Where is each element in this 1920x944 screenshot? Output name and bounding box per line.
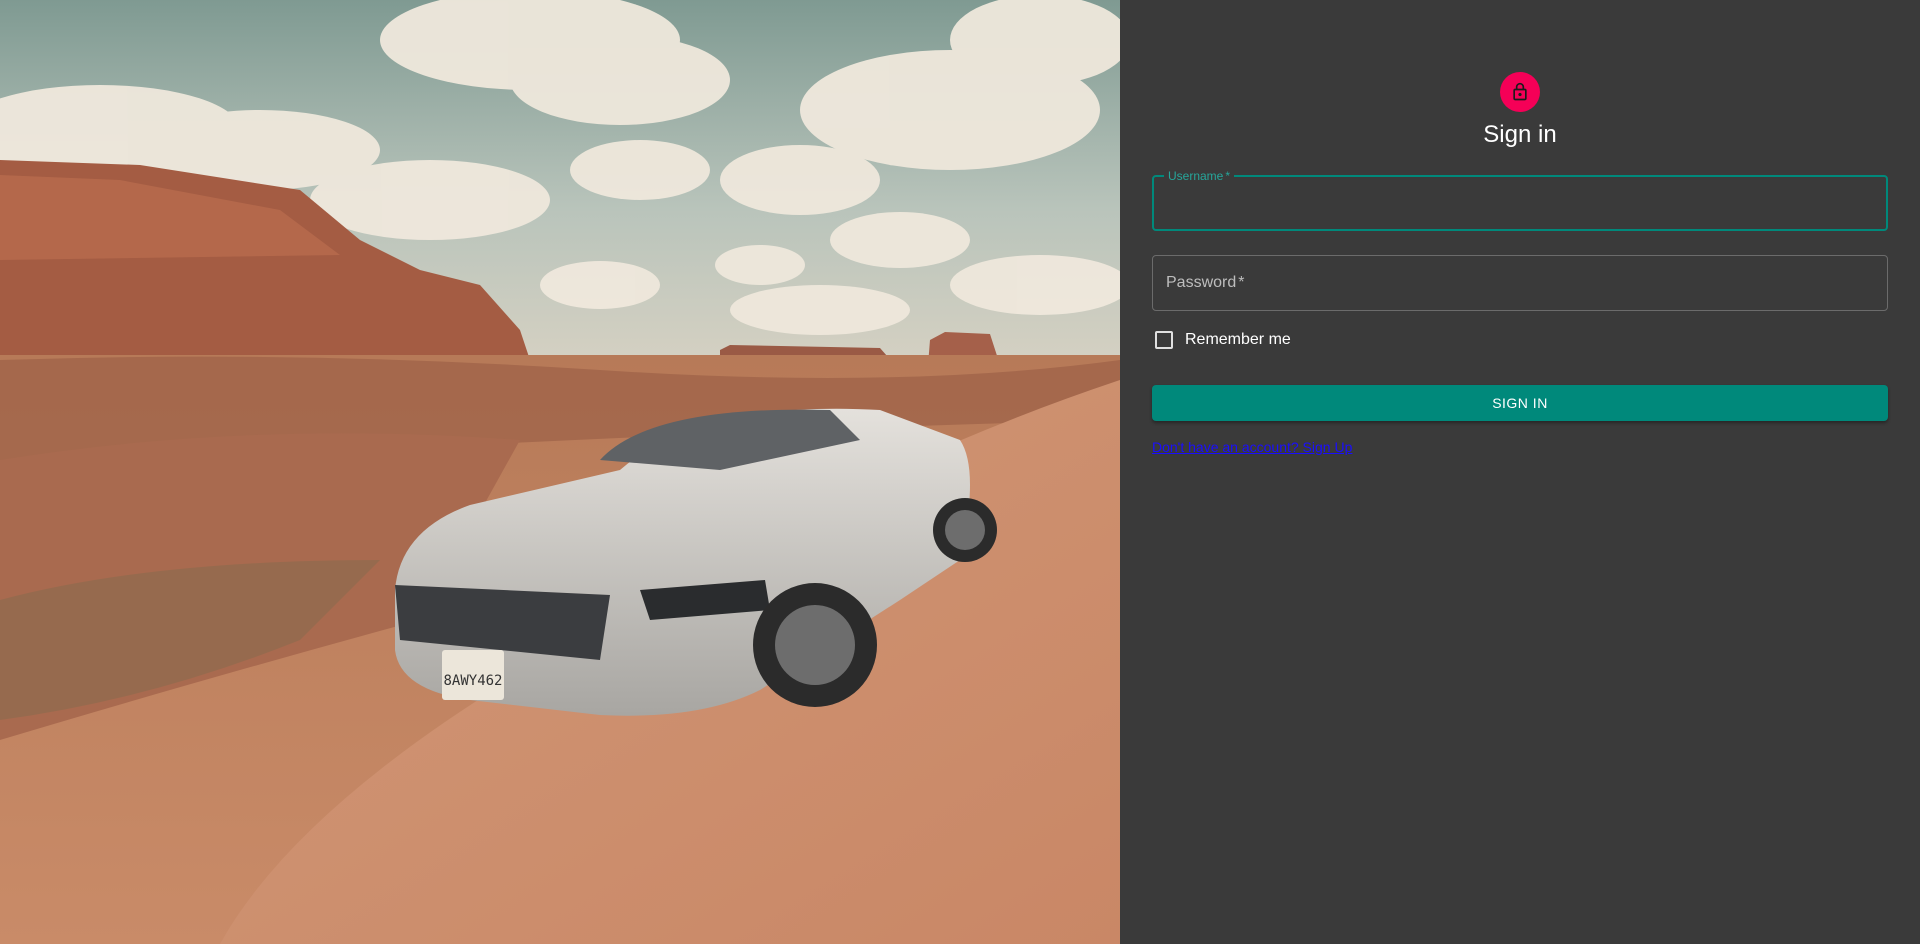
page-title: Sign in: [1483, 121, 1557, 148]
hero-image: 8AWY462: [0, 0, 1120, 944]
lock-icon: [1510, 82, 1530, 102]
password-field[interactable]: Password *: [1152, 255, 1888, 311]
username-field[interactable]: Username *: [1152, 168, 1888, 231]
remember-me-label: Remember me: [1185, 331, 1291, 348]
avatar: [1500, 72, 1540, 112]
password-label: Password *: [1166, 274, 1245, 291]
username-label: Username *: [1164, 168, 1235, 184]
license-plate: 8AWY462: [443, 673, 502, 689]
sign-in-button[interactable]: SIGN IN: [1152, 385, 1888, 421]
sign-up-link[interactable]: Don't have an account? Sign Up: [1152, 438, 1352, 456]
remember-me-row[interactable]: Remember me: [1152, 327, 1291, 353]
remember-me-checkbox[interactable]: [1155, 331, 1173, 349]
username-input[interactable]: [1154, 177, 1886, 229]
password-input[interactable]: [1153, 256, 1887, 310]
signin-panel: Sign in Username * Password * Remember me …: [1120, 0, 1920, 944]
